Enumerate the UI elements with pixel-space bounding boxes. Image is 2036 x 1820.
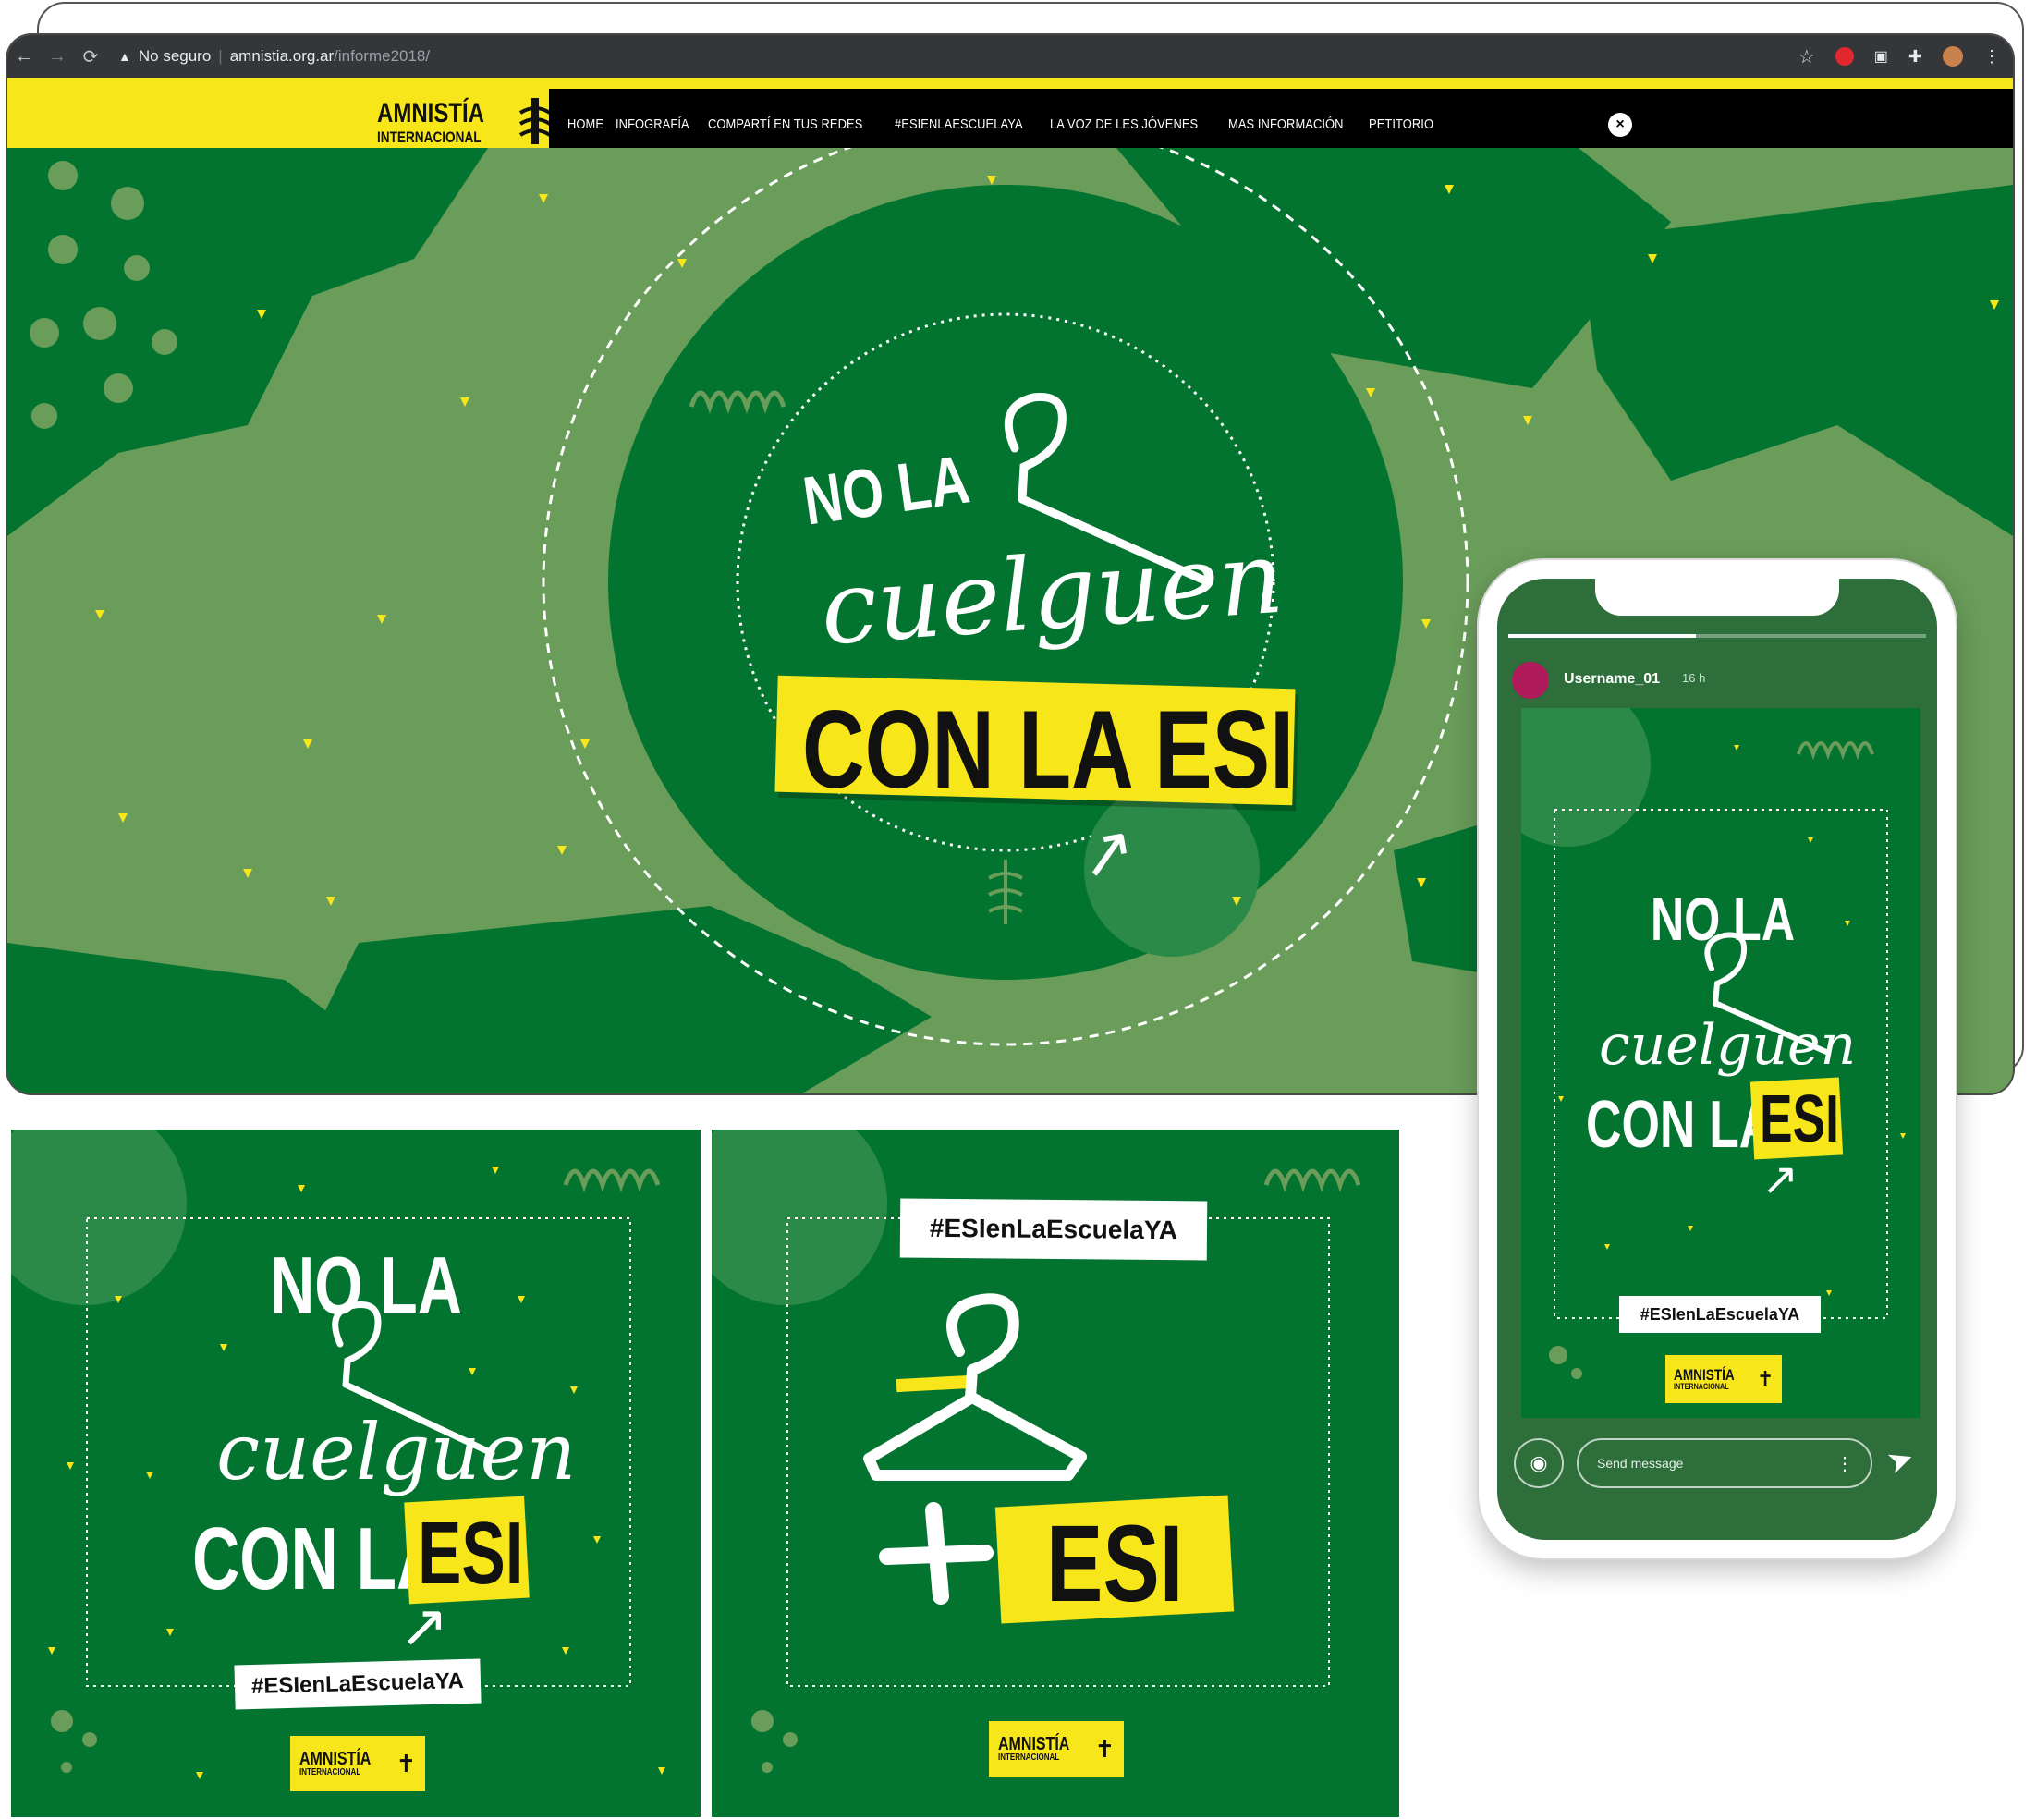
bookmark-star-icon[interactable]: ☆ [1798, 45, 1815, 68]
story-progress-fill [1508, 634, 1697, 638]
hero-line2: CON LA ESI [802, 688, 1295, 812]
post1-hashtag: #ESIenLaEscuelaYA [234, 1658, 482, 1710]
post1-line1: NO LA [270, 1240, 463, 1331]
post-card-1: NO LA cuelguen CON LA ESI ↗ #ESIenLaEscu… [11, 1130, 701, 1817]
post1-script: cuelguen [216, 1407, 577, 1497]
candle-icon [518, 98, 552, 144]
phone-mockup: Username_01 16 h NO LA cuelguen CON LA E… [1479, 560, 1956, 1558]
close-icon[interactable]: × [1608, 113, 1632, 137]
post1-esi: ESI [418, 1504, 524, 1603]
amnesty-logo[interactable]: AMNISTÍA INTERNACIONAL [377, 94, 554, 150]
puzzle-icon[interactable]: ✚ [1908, 47, 1922, 67]
forward-icon[interactable]: → [41, 46, 74, 67]
more-options-icon[interactable]: ⋮ [1835, 1452, 1854, 1475]
story-username[interactable]: Username_01 [1564, 671, 1660, 688]
phone-screen: Username_01 16 h NO LA cuelguen CON LA E… [1497, 579, 1937, 1540]
story-line1: NO LA [1651, 885, 1796, 953]
logo-line1: AMNISTÍA [377, 97, 484, 128]
story-avatar[interactable] [1512, 662, 1549, 699]
story-progress-bar [1508, 634, 1926, 638]
url-path: /informe2018/ [334, 47, 431, 65]
post1-arrow-icon: ↗ [399, 1593, 449, 1659]
post1-candle-icon: ✝ [396, 1749, 417, 1777]
post1-amnesty-badge: AMNISTÍA INTERNACIONAL ✝ [290, 1736, 425, 1791]
warning-icon: ▲ [118, 49, 131, 64]
nav-hashtag[interactable]: #ESIENLAESCUELAYA [895, 116, 1023, 132]
back-icon[interactable]: ← [7, 46, 41, 67]
story-line2a: CON LA [1586, 1088, 1775, 1162]
post1-badge-line2: INTERNACIONAL [299, 1767, 360, 1777]
send-message-placeholder: Send message [1597, 1456, 1684, 1471]
url-host: amnistia.org.ar [229, 47, 335, 65]
send-icon[interactable]: ➤ [1882, 1438, 1919, 1482]
story-badge-line1: AMNISTÍA [1673, 1366, 1735, 1384]
address-bar[interactable]: ▲ No seguro | amnistia.org.ar /informe20… [118, 47, 430, 66]
camera-button[interactable]: ◉ [1514, 1438, 1564, 1488]
post2-esi: ESI [1046, 1503, 1184, 1625]
story-time: 16 h [1682, 671, 1706, 685]
nav-comparti[interactable]: COMPARTÍ EN TUS REDES [708, 116, 862, 132]
post2-candle-icon: ✝ [1094, 1734, 1116, 1763]
camera-icon: ◉ [1530, 1451, 1548, 1474]
nav-infografia[interactable]: INFOGRAFÍA [616, 116, 689, 132]
camera-extension-icon[interactable]: ▣ [1874, 47, 1888, 66]
story-candle-icon: ✝ [1756, 1367, 1774, 1390]
post1-badge-line1: AMNISTÍA [299, 1749, 372, 1769]
post2-badge-line2: INTERNACIONAL [997, 1753, 1059, 1763]
story-badge-line2: INTERNACIONAL [1673, 1382, 1729, 1391]
nav-la-voz[interactable]: LA VOZ DE LES JÓVENES [1050, 116, 1198, 132]
nav-petitorio[interactable]: PETITORIO [1369, 116, 1433, 132]
nav-mas-informacion[interactable]: MAS INFORMACIÓN [1228, 116, 1344, 132]
post2-badge-line1: AMNISTÍA [997, 1734, 1070, 1754]
reload-icon[interactable]: ⟳ [74, 45, 107, 68]
browser-actions: ☆ ▣ ✚ ⋮ [1798, 45, 2013, 68]
story-script: cuelguen [1599, 1013, 1857, 1078]
post2-hashtag: #ESIenLaEscuelaYA [899, 1198, 1208, 1261]
logo-line2: INTERNACIONAL [377, 128, 482, 146]
story-amnesty-badge: AMNISTÍA INTERNACIONAL ✝ [1665, 1355, 1782, 1403]
story-hashtag: #ESIenLaEscuelaYA [1619, 1296, 1821, 1333]
story-content: NO LA cuelguen CON LA ESI ↗ #ESIenLaEscu… [1521, 708, 1920, 1418]
phone-notch [1595, 579, 1839, 616]
post-card-2: #ESIenLaEscuelaYA ESI AMNISTÍA INTERNACI… [712, 1130, 1399, 1817]
story-arrow-icon: ↗ [1762, 1155, 1799, 1204]
story-esi: ESI [1760, 1082, 1839, 1156]
profile-avatar[interactable] [1943, 46, 1963, 67]
browser-toolbar: ← → ⟳ ▲ No seguro | amnistia.org.ar /inf… [7, 35, 2013, 78]
send-message-input[interactable]: Send message ⋮ [1577, 1438, 1872, 1488]
post2-amnesty-badge: AMNISTÍA INTERNACIONAL ✝ [989, 1721, 1124, 1777]
menu-kebab-icon[interactable]: ⋮ [1983, 47, 2000, 67]
extension-red-icon[interactable] [1835, 47, 1854, 66]
nav-home[interactable]: HOME [567, 116, 603, 132]
security-label: No seguro [138, 47, 212, 65]
